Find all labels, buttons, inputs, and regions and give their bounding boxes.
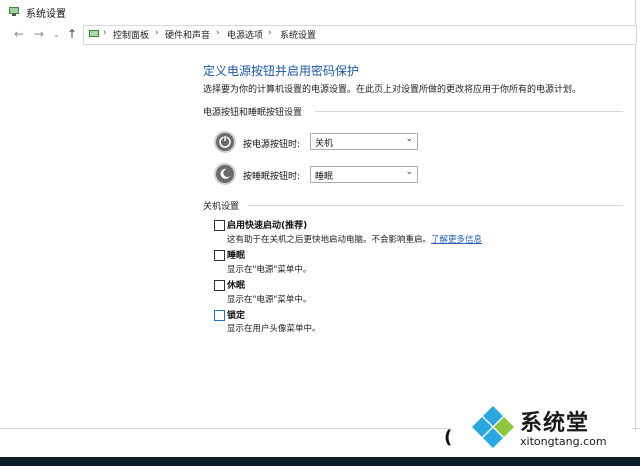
watermark-url: xitongtang.com (520, 435, 607, 448)
hibernate-description: 显示在"电源"菜单中。 (227, 295, 312, 305)
breadcrumb-separator: › (103, 28, 107, 38)
sleep-button-label: 按睡眠按钮时: (243, 172, 301, 182)
breadcrumb-power-options[interactable]: 电源选项 (227, 28, 263, 41)
learn-more-link[interactable]: 了解更多信息 (431, 235, 482, 245)
window-title: 系统设置 (26, 9, 66, 20)
fast-startup-description: 这有助于在关机之后更快地启动电脑。不会影响重启。了解更多信息 (227, 233, 482, 245)
watermark-name: 系统堂 (520, 411, 590, 436)
up-arrow-icon[interactable]: ↑ (67, 27, 77, 41)
lock-label: 锁定 (227, 311, 246, 321)
chevron-down-icon[interactable]: ⌄ (53, 30, 60, 39)
page-description: 选择要为你的计算机设置的电源设置。在此页上对设置所做的更改将应用于你所有的电源计… (203, 85, 582, 95)
hibernate-label: 休眠 (227, 281, 246, 291)
title-bar (0, 0, 640, 24)
sleep-label: 睡眠 (227, 251, 246, 261)
power-button-select[interactable]: 关机 ⌄ (310, 133, 418, 150)
lock-description: 显示在用户头像菜单中。 (227, 324, 321, 334)
chevron-down-icon: ⌄ (405, 167, 413, 177)
fast-startup-label: 启用快速启动(推荐) (227, 221, 308, 231)
power-button-icon (214, 131, 236, 153)
taskbar (0, 457, 640, 466)
shutdown-section-title: 关机设置 (203, 202, 240, 212)
forward-arrow-icon[interactable]: → (34, 27, 44, 41)
lock-checkbox[interactable] (214, 310, 225, 321)
sleep-button-value: 睡眠 (315, 172, 334, 182)
breadcrumb-separator: › (216, 28, 220, 38)
partial-glyph: ( (444, 427, 453, 448)
section-divider (315, 111, 623, 112)
breadcrumb-separator: › (268, 28, 272, 38)
control-panel-icon (89, 30, 99, 37)
back-arrow-icon[interactable]: ← (14, 27, 24, 41)
power-section-title: 电源按钮和睡眠按钮设置 (203, 108, 303, 118)
page-title: 定义电源按钮并启用密码保护 (203, 64, 360, 78)
fast-startup-checkbox[interactable] (214, 220, 225, 231)
breadcrumb-control-panel[interactable]: 控制面板 (113, 28, 149, 41)
sleep-checkbox[interactable] (214, 250, 225, 261)
section-divider (248, 205, 623, 206)
sleep-button-icon (214, 163, 236, 185)
hibernate-checkbox[interactable] (214, 280, 225, 291)
fast-startup-desc-text: 这有助于在关机之后更快地启动电脑。不会影响重启。 (227, 235, 432, 245)
breadcrumb-separator: › (155, 28, 159, 38)
sleep-description: 显示在"电源"菜单中。 (227, 265, 312, 275)
sleep-button-select[interactable]: 睡眠 ⌄ (310, 166, 418, 183)
breadcrumb-hardware-sound[interactable]: 硬件和声音 (165, 28, 210, 41)
chevron-down-icon: ⌄ (405, 134, 413, 144)
app-icon (9, 7, 19, 16)
window-border (635, 0, 636, 430)
breadcrumb-system-settings[interactable]: 系统设置 (280, 28, 316, 41)
watermark-logo-icon (472, 406, 514, 448)
power-button-value: 关机 (315, 139, 334, 149)
power-button-label: 按电源按钮时: (243, 140, 301, 150)
